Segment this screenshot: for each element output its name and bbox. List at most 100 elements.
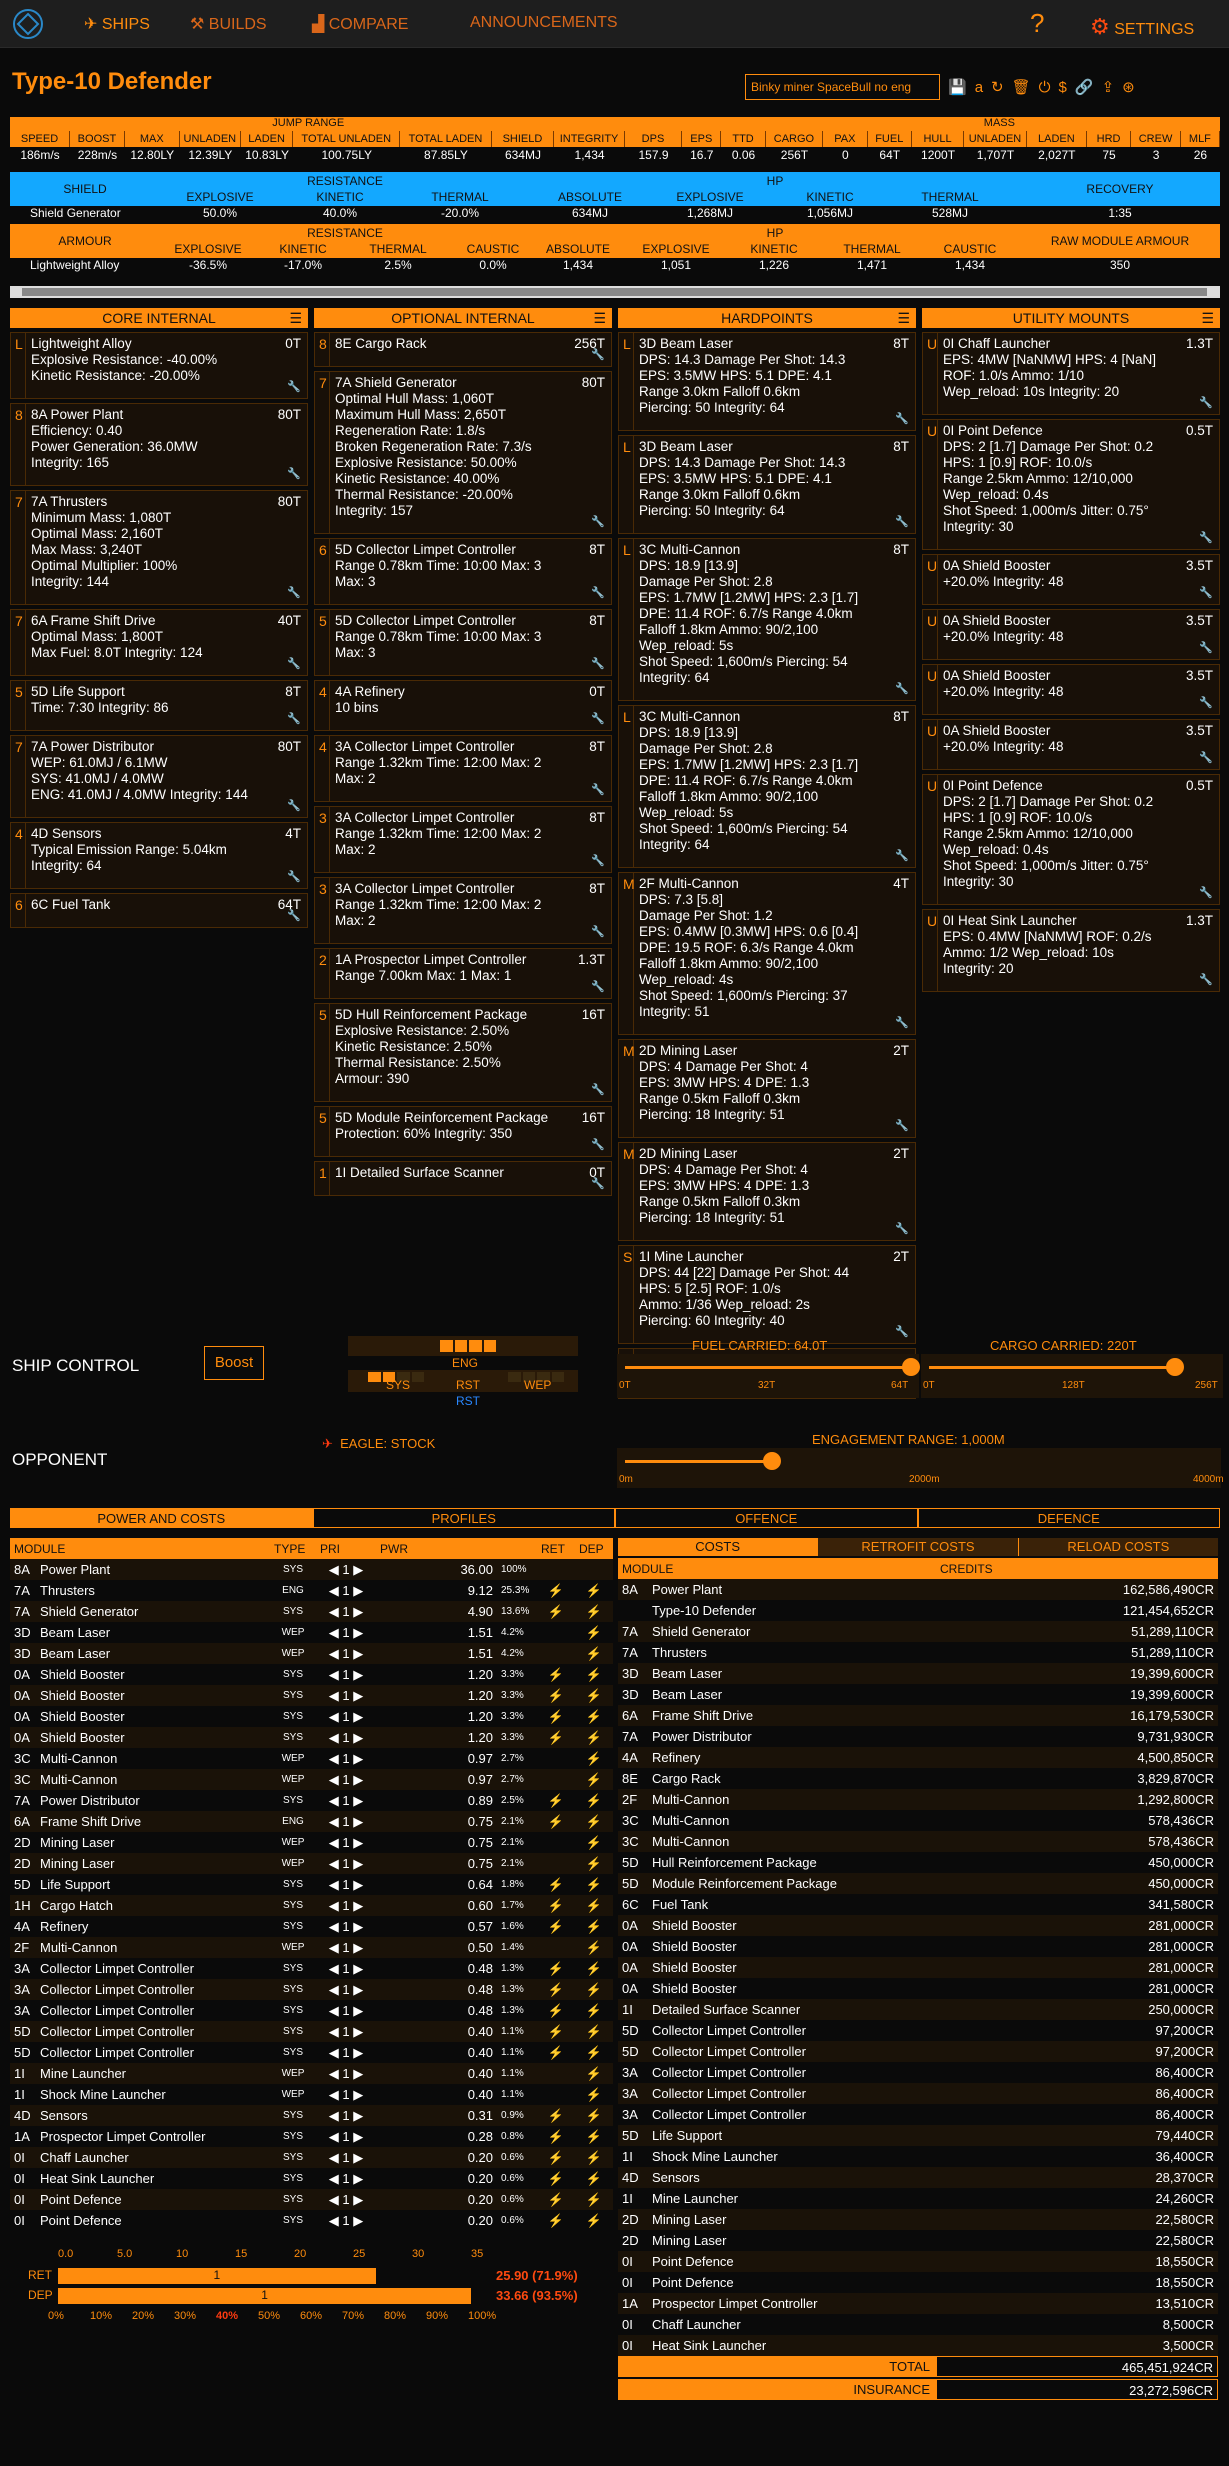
credits-icon[interactable]: $ bbox=[1059, 79, 1075, 96]
fuel-slider-knob[interactable] bbox=[902, 1358, 920, 1376]
priority-control[interactable]: ◀ 1 ▶ bbox=[316, 1937, 376, 1958]
priority-down-icon[interactable]: ◀ bbox=[329, 2129, 343, 2144]
cost-row[interactable]: 6A Frame Shift Drive 16,179,530CR bbox=[618, 1705, 1218, 1726]
priority-up-icon[interactable]: ▶ bbox=[350, 1730, 363, 1745]
power-row[interactable]: 6A Frame Shift Drive ENG ◀ 1 ▶ 0.75 2.1% ⚡ ⚡ bbox=[10, 1811, 613, 1832]
save-icon[interactable]: 💾 bbox=[948, 79, 975, 96]
power-row[interactable]: 2F Multi-Cannon WEP ◀ 1 ▶ 0.50 1.4% ⚡ bbox=[10, 1937, 613, 1958]
priority-up-icon[interactable]: ▶ bbox=[350, 2150, 363, 2165]
priority-control[interactable]: ◀ 1 ▶ bbox=[316, 2084, 376, 2105]
module-slot[interactable]: U 3.5T 0A Shield Booster +20.0% Integrity: … bbox=[922, 554, 1220, 605]
priority-control[interactable]: ◀ 1 ▶ bbox=[316, 1580, 376, 1601]
module-slot[interactable]: 4 8T 3A Collector Limpet Controller Range 1… bbox=[314, 735, 612, 802]
horizontal-scrollbar[interactable] bbox=[10, 286, 1220, 298]
cost-row[interactable]: 2D Mining Laser 22,580CR bbox=[618, 2209, 1218, 2230]
wrench-icon[interactable]: 🔧 bbox=[1199, 395, 1213, 411]
tab-power-and-costs[interactable]: POWER AND COSTS bbox=[10, 1508, 313, 1528]
cost-row[interactable]: 1I Shock Mine Launcher 36,400CR bbox=[618, 2146, 1218, 2167]
priority-down-icon[interactable]: ◀ bbox=[329, 1856, 343, 1871]
priority-down-icon[interactable]: ◀ bbox=[329, 1919, 343, 1934]
cost-row[interactable]: 8A Power Plant 162,586,490CR bbox=[618, 1579, 1218, 1600]
power-row[interactable]: 1A Prospector Limpet Controller SYS ◀ 1 ▶ 0.… bbox=[10, 2126, 613, 2147]
rename-icon[interactable]: a bbox=[975, 79, 991, 96]
wrench-icon[interactable]: 🔧 bbox=[1199, 530, 1213, 546]
wrench-icon[interactable]: 🔧 bbox=[591, 1176, 605, 1192]
priority-up-icon[interactable]: ▶ bbox=[350, 1793, 363, 1808]
cost-tab-costs[interactable]: COSTS bbox=[618, 1538, 818, 1556]
priority-up-icon[interactable]: ▶ bbox=[350, 2213, 363, 2228]
power-row[interactable]: 3D Beam Laser WEP ◀ 1 ▶ 1.51 4.2% ⚡ bbox=[10, 1643, 613, 1664]
filter-menu-icon[interactable]: ☰ bbox=[1201, 308, 1214, 328]
power-icon[interactable]: ⏻ bbox=[1039, 79, 1059, 96]
nav-settings[interactable]: ⚙ SETTINGS bbox=[1090, 14, 1194, 40]
reload-icon[interactable]: ↻ bbox=[991, 79, 1012, 96]
priority-control[interactable]: ◀ 1 ▶ bbox=[316, 1664, 376, 1685]
cost-row[interactable]: 3A Collector Limpet Controller 86,400CR bbox=[618, 2104, 1218, 2125]
priority-down-icon[interactable]: ◀ bbox=[329, 1793, 343, 1808]
app-logo-icon[interactable] bbox=[12, 8, 44, 40]
cost-row[interactable]: 5D Module Reinforcement Package 450,000CR bbox=[618, 1873, 1218, 1894]
priority-control[interactable]: ◀ 1 ▶ bbox=[316, 1811, 376, 1832]
cost-row[interactable]: 1I Mine Launcher 24,260CR bbox=[618, 2188, 1218, 2209]
priority-control[interactable]: ◀ 1 ▶ bbox=[316, 2105, 376, 2126]
priority-down-icon[interactable]: ◀ bbox=[329, 2192, 343, 2207]
module-slot[interactable]: 5 8T 5D Collector Limpet Controller Range 0… bbox=[314, 609, 612, 676]
priority-control[interactable]: ◀ 1 ▶ bbox=[316, 1643, 376, 1664]
module-slot[interactable]: 1 0T 1I Detailed Surface Scanner 🔧 bbox=[314, 1161, 612, 1196]
priority-down-icon[interactable]: ◀ bbox=[329, 1961, 343, 1976]
cargo-slider-knob[interactable] bbox=[1165, 1358, 1184, 1376]
power-row[interactable]: 1H Cargo Hatch SYS ◀ 1 ▶ 0.60 1.7% ⚡ ⚡ bbox=[10, 1895, 613, 1916]
wrench-icon[interactable]: 🔧 bbox=[591, 924, 605, 940]
priority-control[interactable]: ◀ 1 ▶ bbox=[316, 1685, 376, 1706]
cost-row[interactable]: 0A Shield Booster 281,000CR bbox=[618, 1957, 1218, 1978]
priority-up-icon[interactable]: ▶ bbox=[350, 2129, 363, 2144]
cost-row[interactable]: 7A Thrusters 51,289,110CR bbox=[618, 1642, 1218, 1663]
wrench-icon[interactable]: 🔧 bbox=[895, 411, 909, 427]
power-row[interactable]: 1I Mine Launcher WEP ◀ 1 ▶ 0.40 1.1% ⚡ bbox=[10, 2063, 613, 2084]
cost-row[interactable]: 5D Hull Reinforcement Package 450,000CR bbox=[618, 1852, 1218, 1873]
power-row[interactable]: 4A Refinery SYS ◀ 1 ▶ 0.57 1.6% ⚡ ⚡ bbox=[10, 1916, 613, 1937]
priority-down-icon[interactable]: ◀ bbox=[329, 2108, 343, 2123]
priority-up-icon[interactable]: ▶ bbox=[350, 2171, 363, 2186]
power-row[interactable]: 3A Collector Limpet Controller SYS ◀ 1 ▶ 0.4… bbox=[10, 2000, 613, 2021]
cost-row[interactable]: Type-10 Defender 121,454,652CR bbox=[618, 1600, 1218, 1621]
cost-row[interactable]: 0I Chaff Launcher 8,500CR bbox=[618, 2314, 1218, 2335]
priority-control[interactable]: ◀ 1 ▶ bbox=[316, 1916, 376, 1937]
power-row[interactable]: 1I Shock Mine Launcher WEP ◀ 1 ▶ 0.40 1.1% ⚡ bbox=[10, 2084, 613, 2105]
priority-up-icon[interactable]: ▶ bbox=[350, 1751, 363, 1766]
priority-down-icon[interactable]: ◀ bbox=[329, 1583, 343, 1598]
wrench-icon[interactable]: 🔧 bbox=[895, 1118, 909, 1134]
wrench-icon[interactable]: 🔧 bbox=[895, 1015, 909, 1031]
wrench-icon[interactable]: 🔧 bbox=[895, 514, 909, 530]
priority-control[interactable]: ◀ 1 ▶ bbox=[316, 1979, 376, 2000]
priority-down-icon[interactable]: ◀ bbox=[329, 1835, 343, 1850]
cost-row[interactable]: 0I Heat Sink Launcher 3,500CR bbox=[618, 2335, 1218, 2356]
priority-down-icon[interactable]: ◀ bbox=[329, 1709, 343, 1724]
nav-builds[interactable]: ⚒ BUILDS bbox=[190, 14, 267, 34]
module-slot[interactable]: L 8T 3D Beam Laser DPS: 14.3 Damage Per Sho… bbox=[618, 332, 916, 431]
priority-down-icon[interactable]: ◀ bbox=[329, 1751, 343, 1766]
priority-down-icon[interactable]: ◀ bbox=[329, 2087, 343, 2102]
priority-up-icon[interactable]: ▶ bbox=[350, 1583, 363, 1598]
priority-control[interactable]: ◀ 1 ▶ bbox=[316, 2042, 376, 2063]
boost-button[interactable]: Boost bbox=[204, 1346, 264, 1380]
cost-row[interactable]: 5D Collector Limpet Controller 97,200CR bbox=[618, 2020, 1218, 2041]
link-icon[interactable]: 🔗 bbox=[1075, 79, 1102, 96]
priority-control[interactable]: ◀ 1 ▶ bbox=[316, 2210, 376, 2231]
cost-row[interactable]: 3C Multi-Cannon 578,436CR bbox=[618, 1810, 1218, 1831]
module-slot[interactable]: U 1.3T 0I Heat Sink Launcher EPS: 0.4MW [Na… bbox=[922, 909, 1220, 992]
build-name-input[interactable]: Binky miner SpaceBull no eng bbox=[745, 74, 940, 100]
wrench-icon[interactable]: 🔧 bbox=[591, 1137, 605, 1153]
wrench-icon[interactable]: 🔧 bbox=[895, 1221, 909, 1237]
priority-up-icon[interactable]: ▶ bbox=[350, 1688, 363, 1703]
filter-menu-icon[interactable]: ☰ bbox=[289, 308, 302, 328]
power-row[interactable]: 5D Life Support SYS ◀ 1 ▶ 0.64 1.8% ⚡ ⚡ bbox=[10, 1874, 613, 1895]
module-slot[interactable]: 3 8T 3A Collector Limpet Controller Range 1… bbox=[314, 877, 612, 944]
cost-row[interactable]: 0A Shield Booster 281,000CR bbox=[618, 1978, 1218, 1999]
cost-row[interactable]: 7A Power Distributor 9,731,930CR bbox=[618, 1726, 1218, 1747]
wrench-icon[interactable]: 🔧 bbox=[591, 782, 605, 798]
power-row[interactable]: 0I Chaff Launcher SYS ◀ 1 ▶ 0.20 0.6% ⚡ ⚡ bbox=[10, 2147, 613, 2168]
priority-up-icon[interactable]: ▶ bbox=[350, 1646, 363, 1661]
wrench-icon[interactable]: 🔧 bbox=[591, 1082, 605, 1098]
cost-row[interactable]: 3C Multi-Cannon 578,436CR bbox=[618, 1831, 1218, 1852]
